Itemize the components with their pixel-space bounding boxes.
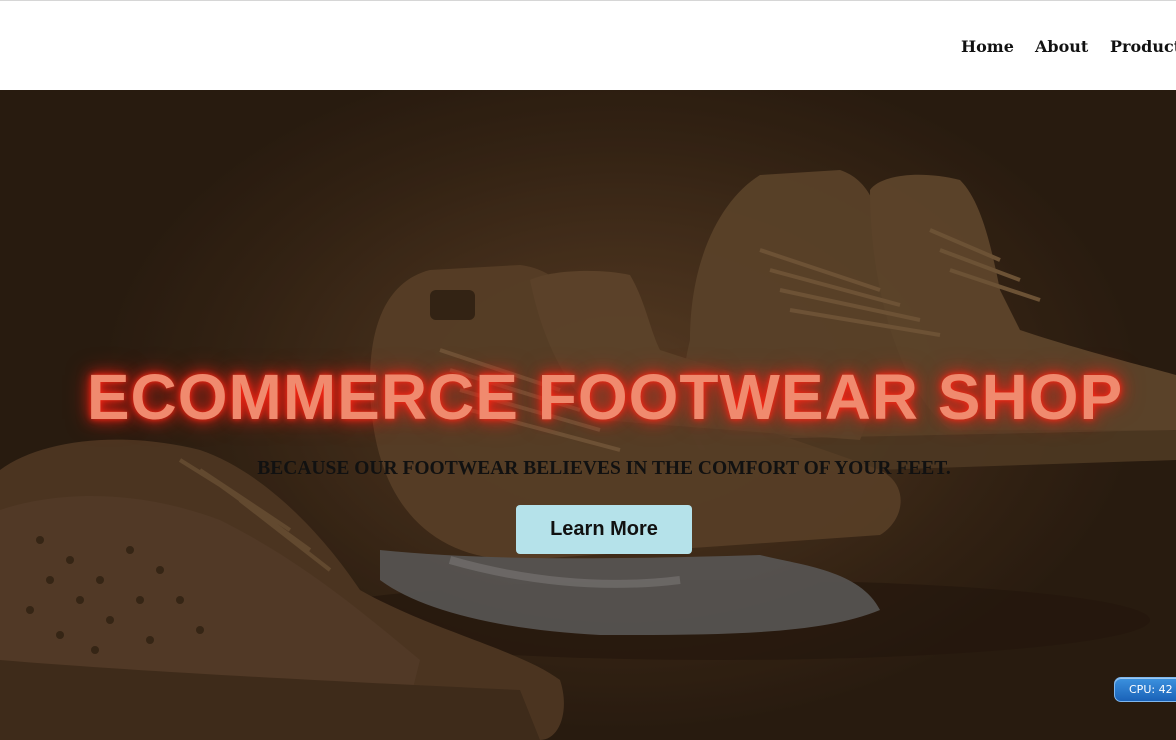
cpu-usage-widget[interactable]: CPU: 42 xyxy=(1114,677,1176,702)
nav-link-about[interactable]: About xyxy=(1035,37,1110,56)
nav-links: Home About Product xyxy=(961,37,1176,56)
hero-banner: ECOMMERCE FOOTWEAR SHOP BECAUSE OUR FOOT… xyxy=(0,90,1176,740)
learn-more-button[interactable]: Learn More xyxy=(516,505,692,554)
page: Home About Product ECOMMERCE FOOTWEAR SH… xyxy=(0,0,1176,740)
hero-title: ECOMMERCE FOOTWEAR SHOP xyxy=(86,361,1124,433)
nav-link-product[interactable]: Product xyxy=(1110,37,1176,56)
nav-link-home[interactable]: Home xyxy=(961,37,1035,56)
hero-subtitle: BECAUSE OUR FOOTWEAR BELIEVES IN THE COM… xyxy=(257,458,951,479)
navbar: Home About Product xyxy=(0,0,1176,90)
